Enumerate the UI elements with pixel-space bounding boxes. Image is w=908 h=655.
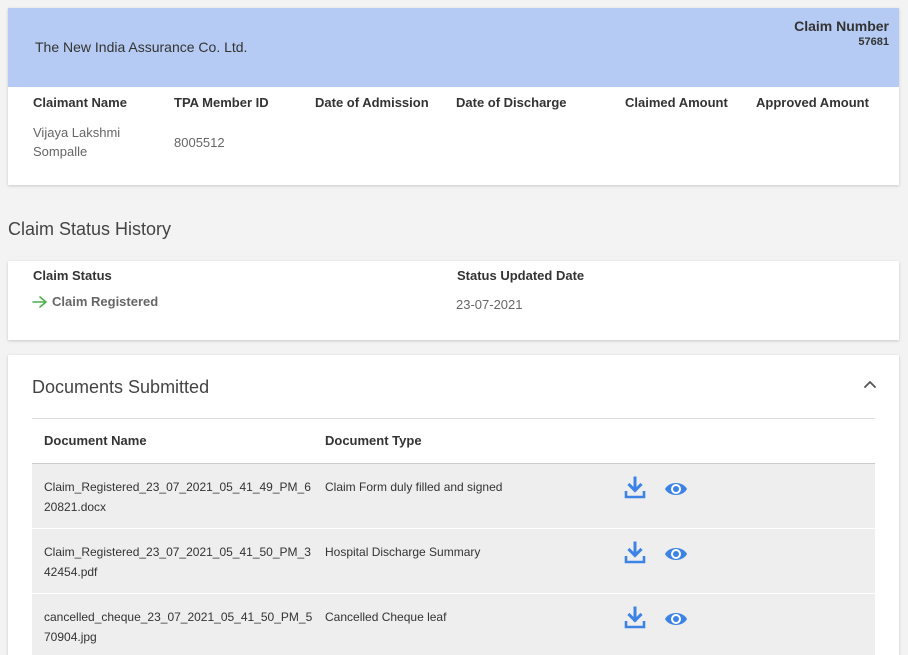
header-tpa-member-id: TPA Member ID bbox=[174, 95, 269, 110]
claim-header-band: The New India Assurance Co. Ltd. Claim N… bbox=[8, 8, 899, 87]
table-row: Claim_Registered_23_07_2021_05_41_50_PM_… bbox=[32, 529, 875, 594]
download-icon[interactable] bbox=[623, 606, 647, 630]
eye-icon[interactable] bbox=[664, 543, 688, 565]
table-row: Claim_Registered_23_07_2021_05_41_49_PM_… bbox=[32, 464, 875, 529]
document-name: cancelled_cheque_23_07_2021_05_41_50_PM_… bbox=[44, 610, 313, 644]
insurer-name: The New India Assurance Co. Ltd. bbox=[35, 39, 248, 55]
header-date-of-admission: Date of Admission bbox=[315, 95, 429, 110]
header-document-name: Document Name bbox=[44, 433, 147, 448]
header-claimant-name: Claimant Name bbox=[33, 95, 127, 110]
document-type: Hospital Discharge Summary bbox=[325, 545, 481, 559]
eye-icon[interactable] bbox=[664, 478, 688, 500]
claim-status-history-title: Claim Status History bbox=[8, 219, 172, 239]
chevron-up-icon[interactable] bbox=[863, 379, 877, 389]
table-row: cancelled_cheque_23_07_2021_05_41_50_PM_… bbox=[32, 594, 875, 655]
header-status-updated-date: Status Updated Date bbox=[457, 268, 585, 283]
document-name: Claim_Registered_23_07_2021_05_41_49_PM_… bbox=[44, 480, 311, 514]
header-date-of-discharge: Date of Discharge bbox=[456, 95, 567, 110]
documents-card: Documents Submitted Document Name Docume… bbox=[8, 355, 899, 655]
documents-table-header: Document Name Document Type bbox=[32, 419, 875, 464]
claim-summary-card: The New India Assurance Co. Ltd. Claim N… bbox=[8, 8, 899, 185]
header-document-type: Document Type bbox=[325, 433, 422, 448]
documents-table: Document Name Document Type Claim_Regist… bbox=[32, 419, 875, 655]
document-type: Claim Form duly filled and signed bbox=[325, 480, 503, 494]
eye-icon[interactable] bbox=[664, 608, 688, 630]
claim-number-label: Claim Number bbox=[794, 18, 889, 34]
document-name: Claim_Registered_23_07_2021_05_41_50_PM_… bbox=[44, 545, 311, 579]
status-updated-date-value: 23-07-2021 bbox=[456, 297, 523, 312]
header-claimed-amount: Claimed Amount bbox=[625, 95, 728, 110]
download-icon[interactable] bbox=[623, 476, 647, 500]
header-approved-amount: Approved Amount bbox=[756, 95, 869, 110]
tpa-member-id-value: 8005512 bbox=[174, 135, 225, 150]
documents-title: Documents Submitted bbox=[32, 377, 210, 397]
status-history-row: Claim Registered bbox=[32, 294, 158, 309]
download-icon[interactable] bbox=[623, 541, 647, 565]
document-type: Cancelled Cheque leaf bbox=[325, 610, 447, 624]
header-claim-status: Claim Status bbox=[33, 268, 112, 283]
arrow-right-icon bbox=[32, 295, 47, 308]
claim-status-value: Claim Registered bbox=[52, 294, 159, 309]
claim-number-value: 57681 bbox=[858, 36, 889, 48]
claim-status-card: Claim Status Status Updated Date Claim R… bbox=[8, 261, 899, 340]
claimant-name-value: Vijaya Lakshmi Sompalle bbox=[33, 125, 121, 159]
